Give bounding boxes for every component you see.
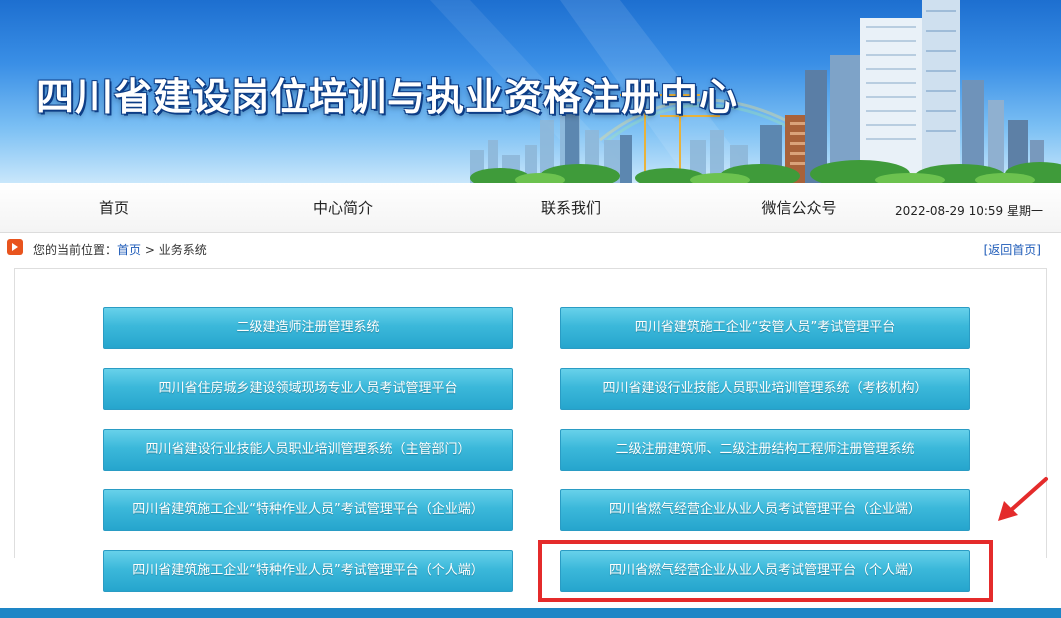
system-button-safety-exam[interactable]: 四川省建筑施工企业“安管人员”考试管理平台 <box>560 307 970 349</box>
footer-strip <box>0 608 1061 618</box>
system-button-gas-exam-enterprise[interactable]: 四川省燃气经营企业从业人员考试管理平台（企业端） <box>560 489 970 531</box>
main-nav: 首页 中心简介 联系我们 微信公众号 2022-08-29 10:59 星期一 <box>0 183 1061 233</box>
current-datetime: 2022-08-29 10:59 星期一 <box>895 204 1043 218</box>
back-home-link[interactable]: [返回首页] <box>984 241 1041 258</box>
breadcrumb-current: 业务系统 <box>158 243 207 257</box>
system-button-special-ops-enterprise[interactable]: 四川省建筑施工企业“特种作业人员”考试管理平台（企业端） <box>103 489 513 531</box>
annotation-arrow-icon <box>998 477 1048 521</box>
breadcrumb-separator: > <box>141 243 159 257</box>
breadcrumb-prefix: 您的当前位置： <box>33 243 118 257</box>
system-button-skills-training-authority[interactable]: 四川省建设行业技能人员职业培训管理系统（主管部门） <box>103 429 513 471</box>
breadcrumb-trail: 您的当前位置：首页 > 业务系统 <box>33 241 207 258</box>
breadcrumb-home-link[interactable]: 首页 <box>117 243 141 257</box>
system-button-builder-registration[interactable]: 二级建造师注册管理系统 <box>103 307 513 349</box>
nav-item-wechat[interactable]: 微信公众号 <box>761 197 836 218</box>
site-title: 四川省建设岗位培训与执业资格注册中心 <box>36 74 739 119</box>
nav-item-home[interactable]: 首页 <box>99 197 129 218</box>
breadcrumb: 您的当前位置：首页 > 业务系统 [返回首页] <box>0 237 1061 261</box>
nav-item-about[interactable]: 中心简介 <box>313 197 373 218</box>
system-button-architect-registration[interactable]: 二级注册建筑师、二级注册结构工程师注册管理系统 <box>560 429 970 471</box>
arrow-right-icon <box>7 239 23 255</box>
highlight-box <box>538 540 993 602</box>
system-button-special-ops-personal[interactable]: 四川省建筑施工企业“特种作业人员”考试管理平台（个人端） <box>103 550 513 592</box>
system-button-skills-training-assessor[interactable]: 四川省建设行业技能人员职业培训管理系统（考核机构） <box>560 368 970 410</box>
header-banner: 四川省建设岗位培训与执业资格注册中心 <box>0 0 1061 183</box>
system-button-field-staff-exam[interactable]: 四川省住房城乡建设领域现场专业人员考试管理平台 <box>103 368 513 410</box>
nav-item-contact[interactable]: 联系我们 <box>541 197 601 218</box>
